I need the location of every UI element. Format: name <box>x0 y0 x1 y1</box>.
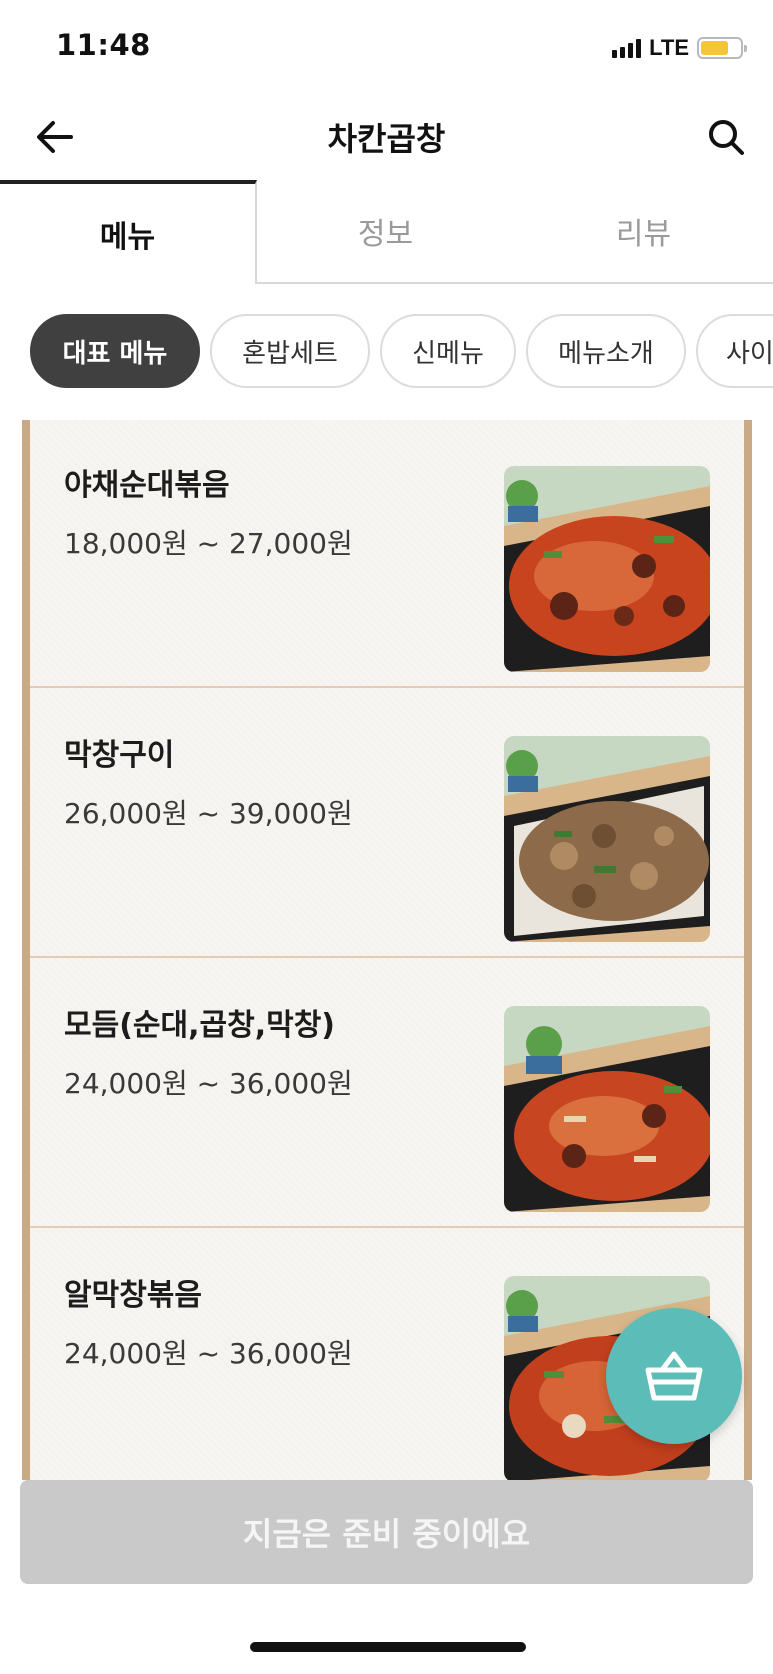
tab-bar: 메뉴 정보 리뷰 <box>0 180 773 284</box>
battery-icon <box>697 37 747 59</box>
chip-side[interactable]: 사이 <box>696 314 773 388</box>
app-header: 차칸곱창 <box>0 96 773 178</box>
shopping-basket-icon <box>645 1351 703 1401</box>
order-button-disabled[interactable]: 지금은 준비 중이에요 <box>20 1480 753 1584</box>
menu-item-name: 알막창볶음 <box>64 1278 202 1313</box>
chip-new-menu[interactable]: 신메뉴 <box>380 314 516 388</box>
menu-item-photo <box>504 466 710 672</box>
menu-item-name: 막창구이 <box>64 738 175 773</box>
signal-icon <box>612 38 642 58</box>
tab-info[interactable]: 정보 <box>257 180 514 284</box>
menu-item[interactable]: 모듬(순대,곱창,막창) 24,000원 ~ 36,000원 <box>30 960 744 1228</box>
status-bar: 11:48 LTE <box>0 0 773 96</box>
menu-item[interactable]: 야채순대볶음 18,000원 ~ 27,000원 <box>30 420 744 688</box>
tab-menu[interactable]: 메뉴 <box>0 180 257 284</box>
home-indicator <box>250 1642 526 1652</box>
chip-menu-intro[interactable]: 메뉴소개 <box>526 314 686 388</box>
page-title: 차칸곱창 <box>327 120 446 158</box>
search-icon <box>709 120 744 155</box>
status-indicators: LTE <box>612 34 747 62</box>
menu-item[interactable]: 막창구이 26,000원 ~ 39,000원 <box>30 690 744 958</box>
menu-item-photo <box>504 1006 710 1212</box>
category-chips: 대표 메뉴 혼밥세트 신메뉴 메뉴소개 사이 <box>0 314 773 390</box>
menu-item-price: 18,000원 ~ 27,000원 <box>64 527 353 560</box>
status-time: 11:48 <box>56 28 151 62</box>
network-label: LTE <box>649 35 689 60</box>
tab-reviews[interactable]: 리뷰 <box>514 180 773 284</box>
menu-item-price: 24,000원 ~ 36,000원 <box>64 1067 353 1100</box>
menu-item-price: 24,000원 ~ 36,000원 <box>64 1337 353 1370</box>
menu-item-price: 26,000원 ~ 39,000원 <box>64 797 353 830</box>
menu-item-name: 야채순대볶음 <box>64 468 230 503</box>
cart-button[interactable] <box>606 1308 742 1444</box>
chip-signature-menu[interactable]: 대표 메뉴 <box>30 314 200 388</box>
chip-solo-set[interactable]: 혼밥세트 <box>210 314 370 388</box>
menu-item-name: 모듬(순대,곱창,막창) <box>64 1008 336 1043</box>
search-button[interactable] <box>701 112 751 162</box>
menu-item-photo <box>504 736 710 942</box>
